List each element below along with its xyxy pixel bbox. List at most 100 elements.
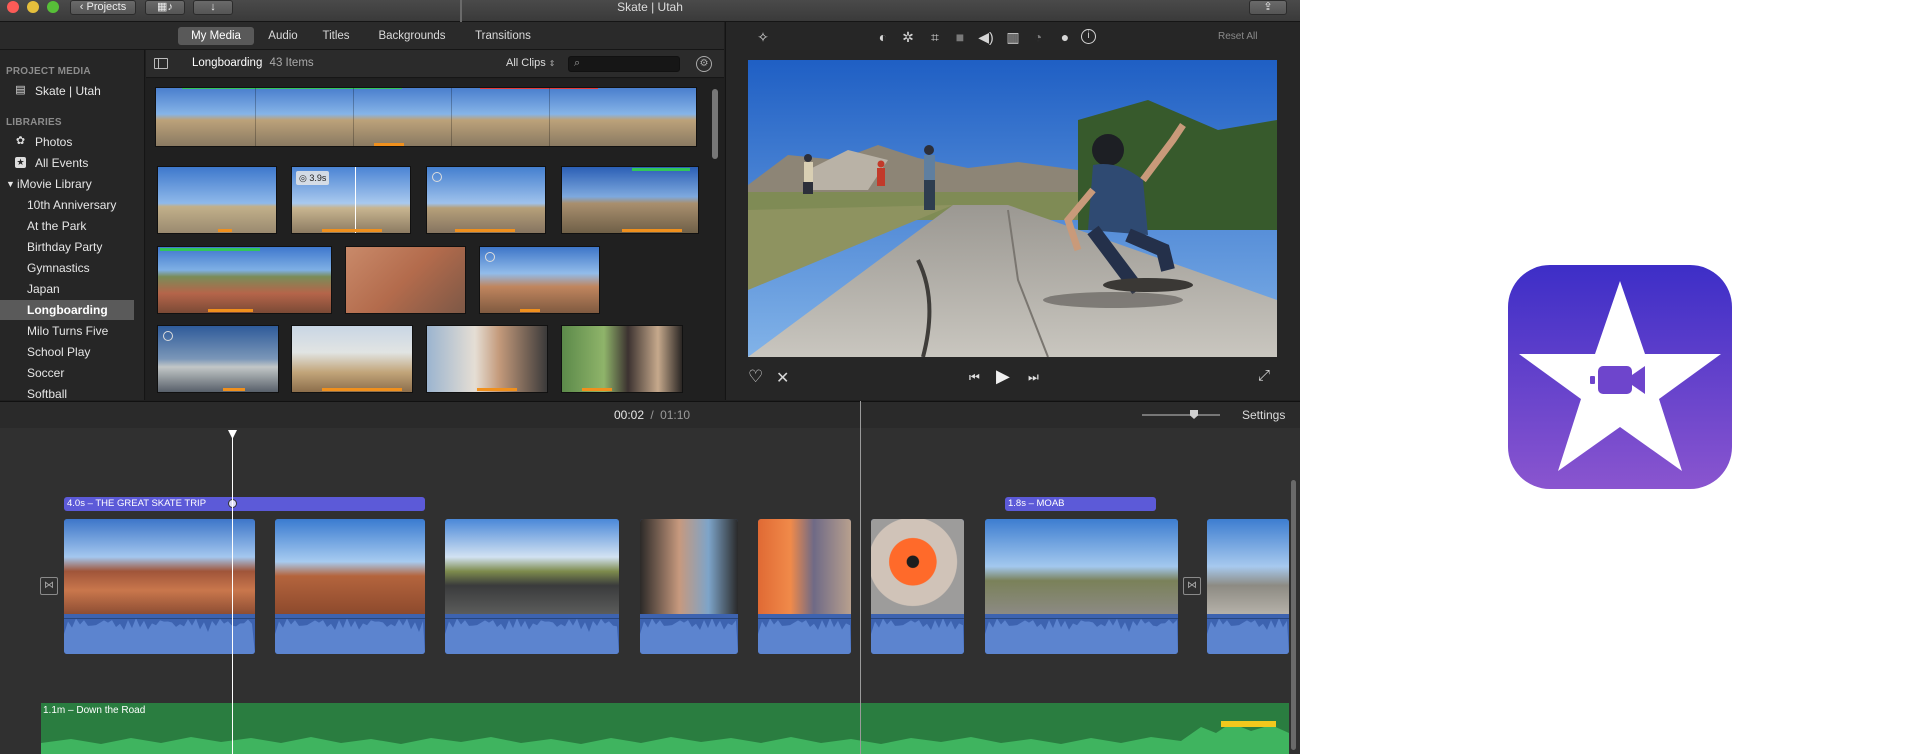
sidebar-item-event[interactable]: At the Park <box>0 216 145 236</box>
fullscreen-icon[interactable]: ⤢ <box>1258 367 1270 384</box>
clip-audio-waveform <box>64 614 255 654</box>
timeline-scrollbar[interactable] <box>1291 480 1296 750</box>
timeline-clip[interactable] <box>445 519 619 654</box>
analysis-bar <box>223 388 245 391</box>
skip-back-icon[interactable]: ⏮ <box>969 370 980 385</box>
clip-thumbnail[interactable] <box>157 325 279 393</box>
clip-audio-waveform <box>758 614 851 654</box>
grid-scrollbar[interactable] <box>712 89 718 159</box>
waveform <box>445 618 619 654</box>
tab-my-media[interactable]: My Media <box>178 27 254 45</box>
search-field[interactable]: ⌕ <box>568 56 680 72</box>
crop-icon[interactable]: ⌗ <box>926 28 944 46</box>
imovie-app-icon <box>1508 265 1732 489</box>
clip-thumbnail[interactable] <box>345 246 466 314</box>
clip-thumbnail[interactable] <box>561 325 683 393</box>
sidebar-item-event[interactable]: 10th Anniversary <box>0 195 145 215</box>
analysis-bar <box>374 143 404 146</box>
analysis-bar <box>622 229 682 232</box>
browser-tabs: My Media Audio Titles Backgrounds Transi… <box>0 22 724 50</box>
reject-icon[interactable]: ✕ <box>776 368 789 388</box>
clip-audio-waveform <box>871 614 964 654</box>
analysis-bar <box>520 309 540 312</box>
media-grid: ◎ 3.9s <box>146 79 724 400</box>
timeline-clip[interactable] <box>758 519 851 654</box>
heart-icon[interactable]: ♡ <box>748 367 763 387</box>
settings-gear-icon[interactable]: ⚙ <box>696 56 712 72</box>
clip-thumbnail[interactable] <box>426 166 546 234</box>
skip-forward-icon[interactable]: ⏭ <box>1028 370 1039 385</box>
sidebar-item-event[interactable]: Japan <box>0 279 145 299</box>
reset-all-button[interactable]: Reset All <box>1218 31 1257 42</box>
skateboarders-video-frame <box>748 60 1277 357</box>
sidebar-item-event[interactable]: Milo Turns Five <box>0 321 145 341</box>
clip-thumbnail[interactable] <box>291 325 413 393</box>
timeline-clip[interactable] <box>1207 519 1289 654</box>
tab-titles[interactable]: Titles <box>314 27 358 45</box>
tab-audio[interactable]: Audio <box>262 27 304 45</box>
music-track[interactable]: 1.1m – Down the Road <box>41 703 1289 754</box>
clip-thumbnail[interactable] <box>157 166 277 234</box>
info-icon[interactable]: i <box>1081 29 1096 44</box>
sidebar-item-event[interactable]: Birthday Party <box>0 237 145 257</box>
timeline-clip[interactable] <box>985 519 1178 654</box>
waveform <box>985 618 1178 654</box>
clip-thumbnail[interactable] <box>479 246 600 314</box>
filter-icon[interactable]: ● <box>1056 28 1074 46</box>
clip-audio-waveform <box>445 614 619 654</box>
clip-filter-select[interactable]: All Clips ⇕ <box>506 57 556 69</box>
sidebar-item-photos[interactable]: ✿ Photos <box>0 132 145 152</box>
slowmo-icon <box>163 331 173 341</box>
sidebar-item-project[interactable]: ▤ Skate | Utah <box>0 81 145 101</box>
star-camera-icon <box>1519 281 1721 471</box>
title-clip-moab[interactable]: 1.8s – MOAB <box>1005 497 1156 511</box>
clip-thumbnail[interactable] <box>157 246 332 314</box>
transition-icon[interactable]: ⋈ <box>1183 577 1201 595</box>
sidebar-item-label: Gymnastics <box>27 261 90 275</box>
analysis-bar <box>322 229 382 232</box>
clip-thumbnail[interactable] <box>426 325 548 393</box>
zoom-slider[interactable] <box>1142 410 1220 419</box>
speed-icon[interactable]: ◔ <box>1029 28 1047 46</box>
imovie-window: ‹ Projects ▦♪ ↓ Skate | Utah ⇪ My Media … <box>0 0 1300 754</box>
sidebar-item-label: At the Park <box>27 219 87 233</box>
clip-thumbnail[interactable]: ◎ 3.9s <box>291 166 411 234</box>
equalizer-icon[interactable]: ▥ <box>1004 28 1022 46</box>
sidebar-item-event[interactable]: School Play <box>0 342 145 362</box>
slowmo-icon <box>432 172 442 182</box>
magic-wand-icon[interactable]: ✧ <box>754 28 772 46</box>
tab-backgrounds[interactable]: Backgrounds <box>372 27 452 45</box>
color-palette-icon[interactable]: ✲ <box>899 28 917 46</box>
sidebar-item-label: Japan <box>27 282 60 296</box>
clip-thumbnail[interactable] <box>561 166 699 234</box>
sidebar-item-event[interactable]: Soccer <box>0 363 145 383</box>
color-balance-icon[interactable]: ◐ <box>874 28 892 46</box>
volume-icon[interactable]: ◀) <box>977 28 995 46</box>
share-button[interactable]: ⇪ <box>1249 0 1287 15</box>
tab-transitions[interactable]: Transitions <box>466 27 540 45</box>
waveform <box>871 618 964 654</box>
sidebar-item-event[interactable]: Gymnastics <box>0 258 145 278</box>
clip-filmstrip-expanded[interactable] <box>155 87 697 147</box>
timeline-settings-button[interactable]: Settings <box>1242 408 1285 422</box>
transition-icon[interactable]: ⋈ <box>40 577 58 595</box>
zoom-slider-knob[interactable] <box>1190 410 1198 419</box>
timeline-clip[interactable] <box>64 519 255 654</box>
sidebar-item-label: Soccer <box>27 366 65 380</box>
stabilization-icon[interactable]: ■ <box>951 28 969 46</box>
search-icon: ⌕ <box>574 57 581 69</box>
sidebar-item-event[interactable]: Longboarding <box>0 300 134 320</box>
timeline-clip[interactable] <box>275 519 425 654</box>
playhead[interactable] <box>232 438 233 754</box>
title-clip-great-skate-trip[interactable]: 4.0s – THE GREAT SKATE TRIP <box>64 497 425 511</box>
sidebar-item-all-events[interactable]: ★ All Events <box>0 153 145 173</box>
timeline-clip[interactable] <box>640 519 738 654</box>
sidebar-item-library[interactable]: ▼ iMovie Library <box>0 174 145 194</box>
analysis-bar <box>455 229 515 232</box>
playhead-marker[interactable] <box>228 430 237 439</box>
favorite-marker <box>182 88 402 89</box>
sidebar-toggle-icon[interactable] <box>154 58 168 69</box>
timeline-clip[interactable] <box>871 519 964 654</box>
play-icon[interactable]: ▶ <box>996 366 1010 387</box>
sidebar-item-label: School Play <box>27 345 91 359</box>
